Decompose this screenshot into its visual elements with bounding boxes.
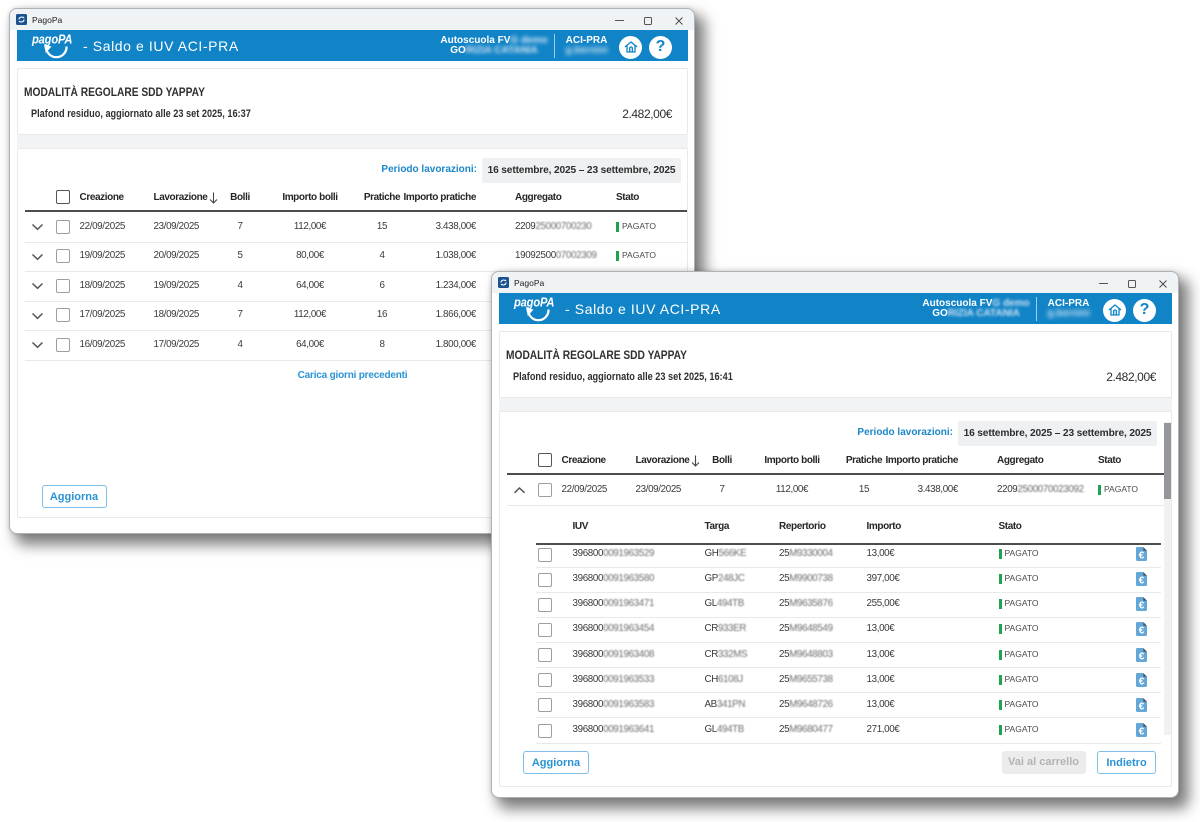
svg-text:€: € [1139, 551, 1145, 561]
svg-text:pagoPA: pagoPA [513, 295, 554, 310]
svg-text:€: € [1139, 576, 1145, 586]
svg-text:€: € [1139, 651, 1145, 661]
svg-text:€: € [1139, 626, 1145, 636]
svg-text:€: € [1139, 676, 1145, 686]
svg-text:€: € [1139, 701, 1145, 711]
svg-text:pagoPA: pagoPA [31, 32, 72, 47]
svg-text:€: € [1139, 727, 1145, 737]
svg-text:€: € [1139, 601, 1145, 611]
